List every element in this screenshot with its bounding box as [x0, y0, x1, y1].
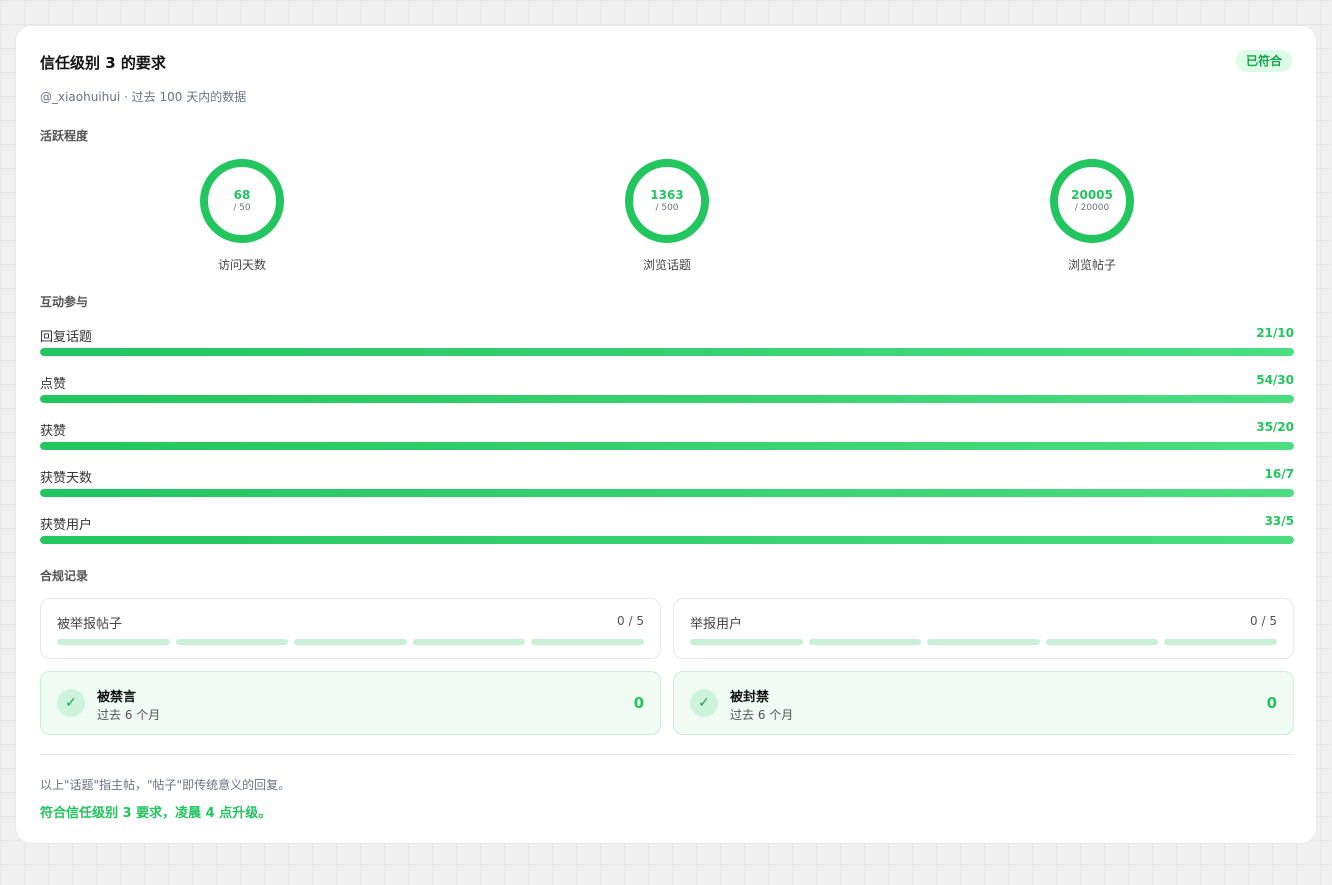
progress-track	[40, 348, 1294, 356]
suspended-box: ✓ 被封禁 过去 6 个月 0	[673, 671, 1294, 735]
progress-liked-days: 获赞天数 16/7	[40, 467, 1294, 501]
reported-posts-box: 被举报帖子 0 / 5	[40, 598, 661, 659]
section-compliance: 合规记录	[40, 569, 89, 583]
ring-value: 1363	[650, 188, 684, 202]
progress-value: 33/5	[1264, 514, 1294, 528]
segment	[690, 639, 803, 645]
progress-track	[40, 536, 1294, 544]
progress-track	[40, 489, 1294, 497]
progress-value: 16/7	[1264, 467, 1294, 481]
penalty-period: 过去 6 个月	[97, 708, 161, 722]
penalty-title: 被禁言	[97, 690, 137, 705]
segment	[808, 639, 922, 645]
ring-posts-read: 20005 / 20000	[1050, 159, 1134, 243]
subtitle: @_xiaohuihui · 过去 100 天内的数据	[40, 90, 247, 104]
progress-replies: 回复话题 21/10	[40, 326, 1294, 360]
reported-users-box: 举报用户 0 / 5	[673, 598, 1294, 659]
progress-fill	[40, 489, 1294, 497]
ring-label: 访问天数	[217, 258, 266, 272]
penalty-title: 被封禁	[730, 690, 770, 705]
trust-level-card: 信任级别 3 的要求 已符合 @_xiaohuihui · 过去 100 天内的…	[15, 25, 1317, 844]
progress-value: 35/20	[1256, 420, 1294, 434]
ring-target: / 50	[233, 203, 251, 213]
check-icon: ✓	[57, 689, 85, 717]
ring-value: 20005	[1071, 188, 1113, 202]
progress-label: 获赞天数	[40, 471, 93, 486]
page-title: 信任级别 3 的要求	[40, 54, 166, 72]
ring-label: 浏览话题	[642, 258, 691, 272]
ring-topics-viewed: 1363 / 500	[625, 159, 709, 243]
ring-target: / 20000	[1074, 203, 1110, 213]
box-label: 举报用户	[690, 617, 743, 632]
segment	[175, 639, 289, 645]
progress-label: 获赞	[40, 424, 67, 439]
check-icon: ✓	[690, 689, 718, 717]
section-activity: 活跃程度	[40, 129, 89, 143]
penalty-count: 0	[1266, 694, 1277, 712]
penalty-count: 0	[633, 694, 644, 712]
segment	[294, 639, 407, 645]
progress-liked-users: 获赞用户 33/5	[40, 514, 1294, 548]
box-value: 0 / 5	[617, 614, 644, 628]
section-engagement: 互动参与	[40, 295, 89, 309]
box-value: 0 / 5	[1250, 614, 1277, 628]
progress-label: 回复话题	[40, 330, 93, 345]
progress-value: 54/30	[1256, 373, 1294, 387]
progress-fill	[40, 395, 1294, 403]
ring-visit-days: 68 / 50	[200, 159, 284, 243]
progress-track	[40, 395, 1294, 403]
segment-meter	[690, 639, 1277, 645]
segment	[531, 639, 644, 645]
status-badge: 已符合	[1235, 50, 1292, 72]
progress-label: 点赞	[40, 377, 67, 392]
segment	[412, 639, 526, 645]
segment	[927, 639, 1040, 645]
conclusion: 符合信任级别 3 要求，凌晨 4 点升级。	[40, 806, 272, 821]
segment	[57, 639, 170, 645]
segment-meter	[57, 639, 644, 645]
ring-label: 浏览帖子	[1067, 258, 1116, 272]
progress-value: 21/10	[1256, 326, 1294, 340]
segment	[1164, 639, 1277, 645]
divider	[40, 754, 1294, 755]
ring-value: 68	[233, 188, 251, 202]
footnote: 以上"话题"指主帖，"帖子"即传统意义的回复。	[40, 778, 291, 792]
progress-fill	[40, 442, 1294, 450]
progress-label: 获赞用户	[40, 518, 93, 533]
progress-fill	[40, 536, 1294, 544]
progress-likes-received: 获赞 35/20	[40, 420, 1294, 454]
penalty-period: 过去 6 个月	[730, 708, 794, 722]
silenced-box: ✓ 被禁言 过去 6 个月 0	[40, 671, 661, 735]
segment	[1045, 639, 1159, 645]
progress-track	[40, 442, 1294, 450]
progress-likes-given: 点赞 54/30	[40, 373, 1294, 407]
ring-target: / 500	[655, 203, 679, 213]
progress-fill	[40, 348, 1294, 356]
box-label: 被举报帖子	[57, 617, 123, 632]
